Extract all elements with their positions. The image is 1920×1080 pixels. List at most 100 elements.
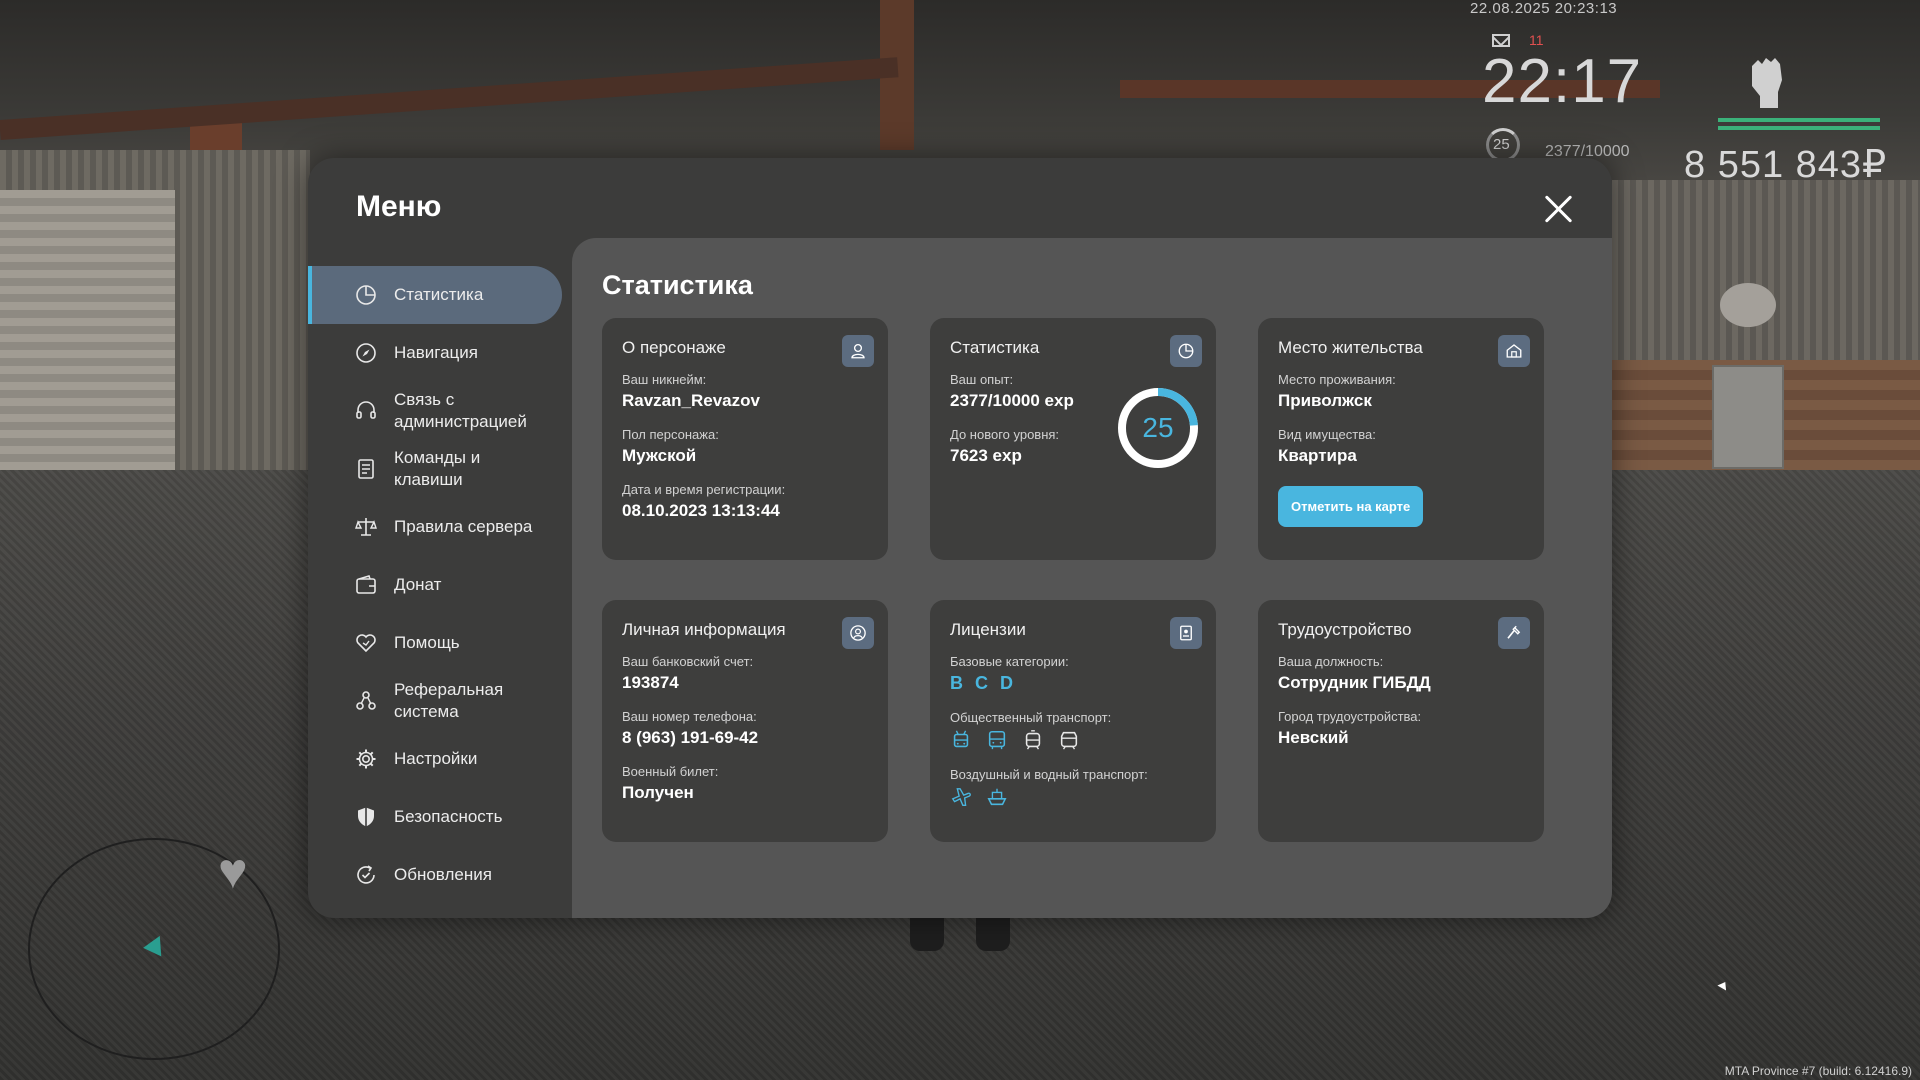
tram-icon (1025, 730, 1041, 750)
military-id-value: Получен (622, 783, 694, 802)
card-employment: Трудоустройство Ваша должность: Сотрудни… (1258, 600, 1544, 842)
nav-label: Правила сервера (394, 517, 533, 536)
field-label: Город трудоустройства: (1278, 709, 1422, 724)
menu-window: Меню Статистика Навигация Связь с админи… (308, 158, 1612, 918)
nav-label: Донат (394, 575, 442, 594)
nav-item-navigation[interactable]: Навигация (308, 324, 570, 382)
card-personal-info: Личная информация Ваш банковский счет: 1… (602, 600, 888, 842)
nav-label: Реферальная система (394, 680, 504, 721)
nav-label: Навигация (394, 343, 478, 362)
gear-icon (356, 749, 376, 769)
armor-bar (1718, 126, 1880, 130)
nav-label: Безопасность (394, 807, 503, 826)
house-icon (1498, 335, 1530, 367)
health-armor-bars (1718, 118, 1880, 134)
nav-item-referral[interactable]: Реферальная система (308, 672, 570, 730)
hud-level: 25 (1493, 136, 1510, 153)
field-label: Ваш никнейм: (622, 372, 707, 387)
field-label: Военный билет: (622, 764, 719, 779)
hud-money: 8 551 843₽ (1684, 144, 1888, 186)
nav-item-help[interactable]: Помощь (308, 614, 570, 672)
door (1712, 365, 1784, 469)
close-button[interactable] (1541, 191, 1577, 227)
menu-sidebar: Статистика Навигация Связь с администрац… (308, 266, 570, 904)
level-value: 25 (1142, 412, 1174, 443)
field-label: Вид имущества: (1278, 427, 1376, 442)
nav-item-server-rules[interactable]: Правила сервера (308, 498, 570, 556)
license-category: C (975, 673, 988, 693)
nav-label: Команды и клавиши (394, 448, 481, 489)
nav-label: Помощь (394, 633, 460, 652)
round-object (1720, 283, 1776, 327)
hud-datetime: 22.08.2025 20:23:13 (1470, 0, 1618, 17)
nav-label: Настройки (394, 749, 478, 768)
field-label: Дата и время регистрации: (622, 482, 786, 497)
wallet-icon (356, 575, 376, 594)
user-icon (842, 335, 874, 367)
card-residence: Место жительства Место проживания: Приво… (1258, 318, 1544, 560)
nav-item-settings[interactable]: Настройки (308, 730, 570, 788)
content-title: Статистика (602, 270, 753, 300)
field-label: Место проживания: (1278, 372, 1396, 387)
field-label: Пол персонажа: (622, 427, 719, 442)
field-label: Ваш номер телефона: (622, 709, 757, 724)
bus-icon (988, 730, 1006, 750)
license-categories: B C D (950, 673, 1196, 694)
heart-icon: ♥ (218, 843, 248, 899)
garage-shutter (0, 190, 175, 490)
public-transport-licenses (950, 729, 1196, 751)
nav-item-statistics[interactable]: Статистика (308, 266, 562, 324)
people-network-icon (356, 691, 376, 710)
trolleybus-icon (953, 730, 969, 748)
card-title: О персонаже (622, 338, 726, 357)
nav-item-admin-contact[interactable]: Связь с администрацией (308, 382, 570, 440)
air-water-licenses (950, 786, 1196, 808)
field-label: Ваш опыт: (950, 372, 1014, 387)
nav-item-security[interactable]: Безопасность (308, 788, 570, 846)
scales-icon (355, 518, 377, 536)
nav-label: Статистика (394, 285, 484, 304)
card-licenses: Лицензии Базовые категории: B C D Общест… (930, 600, 1216, 842)
job-position-value: Сотрудник ГИБДД (1278, 673, 1431, 692)
refresh-check-icon (357, 865, 375, 884)
field-label: Общественный транспорт: (950, 710, 1112, 725)
user-circle-icon (842, 617, 874, 649)
health-bar (1718, 118, 1880, 122)
id-card-icon (1170, 617, 1202, 649)
compass-icon (356, 343, 376, 363)
field-label: Ваш банковский счет: (622, 654, 754, 669)
metro-icon (1060, 731, 1078, 750)
nav-item-commands[interactable]: Команды и клавиши (308, 440, 570, 498)
fist-icon (1752, 58, 1782, 108)
nav-label: Обновления (394, 865, 492, 884)
card-title: Место жительства (1278, 338, 1423, 357)
field-label: Воздушный и водный транспорт: (950, 767, 1148, 782)
field-label: Базовые категории: (950, 654, 1069, 669)
card-title: Трудоустройство (1278, 620, 1412, 639)
card-character: О персонаже Ваш никнейм: Ravzan_Revazov … (602, 318, 888, 560)
card-title: Статистика (950, 338, 1040, 357)
build-info: MTA Province #7 (build: 6.12416.9) (1724, 1064, 1912, 1078)
registration-value: 08.10.2023 13:13:44 (622, 501, 780, 520)
nickname-value: Ravzan_Revazov (622, 391, 760, 410)
shield-icon (358, 807, 374, 827)
pie-chart-icon (356, 285, 376, 305)
menu-title: Меню (356, 190, 442, 223)
license-category: B (950, 673, 963, 693)
bank-account-value: 193874 (622, 673, 679, 692)
gender-value: Мужской (622, 446, 697, 465)
headset-icon (356, 401, 376, 419)
card-title: Личная информация (622, 620, 786, 639)
property-type-value: Квартира (1278, 446, 1357, 465)
nav-item-updates[interactable]: Обновления (308, 846, 570, 904)
content-panel: Статистика О персонаже Ваш никнейм: Ravz… (572, 238, 1612, 918)
mark-on-map-button[interactable]: Отметить на карте (1278, 486, 1424, 527)
license-category: D (1000, 673, 1013, 693)
field-label: Ваша должность: (1278, 654, 1384, 669)
airplane-icon (951, 788, 971, 806)
nav-item-donate[interactable]: Донат (308, 556, 570, 614)
document-list-icon (358, 459, 374, 479)
heart-hands-icon (356, 634, 376, 653)
hammer-icon (1498, 617, 1530, 649)
pie-chart-icon (1170, 335, 1202, 367)
